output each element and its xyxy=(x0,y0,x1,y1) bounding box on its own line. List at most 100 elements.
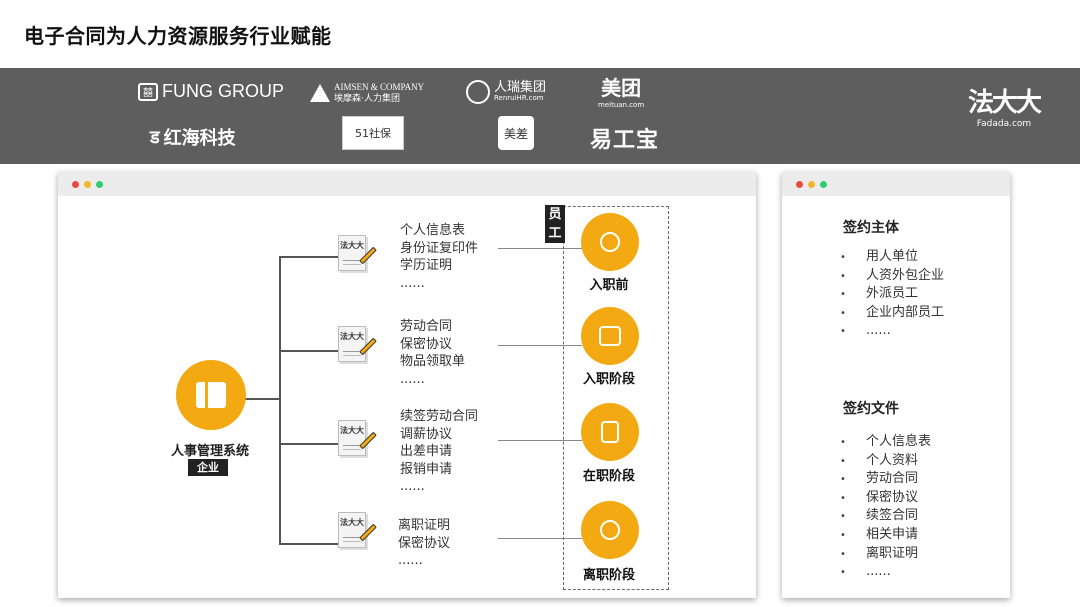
sign-document-icon: 法大大 xyxy=(338,235,377,275)
doc-logo-text: 法大大 xyxy=(338,235,366,271)
document-list-resignation: 离职证明 保密协议 ...... xyxy=(398,517,450,570)
doc-logo-text: 法大大 xyxy=(338,512,366,548)
close-dot-icon xyxy=(796,180,803,188)
maximize-dot-icon xyxy=(820,180,827,188)
renrui-sub-text: RenruiHR.com xyxy=(494,94,544,103)
page-title: 电子合同为人力资源服务行业赋能 xyxy=(24,24,332,48)
list-item: ...... xyxy=(840,563,931,582)
maximize-dot-icon xyxy=(96,180,103,188)
list-item: 保密协议 xyxy=(400,336,453,352)
list-item: 个人信息表 xyxy=(840,433,931,452)
id-card-icon xyxy=(599,326,621,346)
list-item: ...... xyxy=(400,275,425,291)
hongha-text: 红海科技 xyxy=(163,128,236,149)
stage-employed-node xyxy=(581,403,639,461)
aimsen-cn-text: 埃摩森·人力集团 xyxy=(334,92,400,103)
signing-files-heading: 签约文件 xyxy=(843,401,899,417)
signing-files-list: 个人信息表 个人资料 劳动合同 保密协议 续签合同 相关申请 离职证明 ....… xyxy=(840,433,931,582)
connector-line xyxy=(244,398,280,400)
yigongbao-text: 易工宝 xyxy=(590,128,660,153)
list-item: ...... xyxy=(840,322,944,341)
stage-resignation-node xyxy=(581,501,639,559)
meituan-text: 美团 xyxy=(601,76,642,100)
list-item: 调薪协议 xyxy=(400,426,453,442)
connector-line xyxy=(279,443,339,445)
connector-trunk xyxy=(279,256,281,543)
list-item: 保密协议 xyxy=(398,535,451,551)
fadada-text: 法大大 xyxy=(968,88,1042,118)
document-list-employed: 续签劳动合同 调薪协议 出差申请 报销申请 ...... xyxy=(400,408,478,496)
list-item: ...... xyxy=(400,479,425,494)
document-list-pre-entry: 个人信息表 身份证复印件 学历证明 ...... xyxy=(400,222,478,292)
aimsen-logo: AIMSEN & COMPANY 埃摩森·人力集团 xyxy=(310,82,424,104)
list-item: 学历证明 xyxy=(400,258,453,273)
partner-logo-banner: 囍 FUNG GROUP AIMSEN & COMPANY 埃摩森·人力集团 人… xyxy=(0,68,1080,164)
stage-label: 离职阶段 xyxy=(582,568,635,583)
51shebao-text: 51社保 xyxy=(355,127,391,140)
fadada-sub-text: Fadada.com xyxy=(976,119,1032,129)
list-item: 个人信息表 xyxy=(400,223,466,238)
list-item: 企业内部员工 xyxy=(840,304,944,323)
fung-logo-text: FUNG GROUP xyxy=(162,81,285,101)
fung-mark-icon: 囍 xyxy=(138,82,158,101)
fadada-logo: 法大大 Fadada.com xyxy=(968,88,1042,129)
connector-line xyxy=(279,543,339,545)
signing-subject-list: 用人单位 人资外包企业 外派员工 企业内部员工 ...... xyxy=(840,248,944,341)
list-item: ...... xyxy=(398,553,423,568)
list-item: 外派员工 xyxy=(840,285,944,304)
hr-system-node xyxy=(176,360,246,430)
meituan-logo: 美团 meituan.com xyxy=(598,78,644,109)
stage-label: 入职前 xyxy=(589,278,629,293)
yigongbao-logo: 易工宝 xyxy=(590,122,659,154)
employee-tag: 员工 xyxy=(545,205,565,243)
user-add-icon xyxy=(600,232,620,252)
minimize-dot-icon xyxy=(84,180,91,188)
list-item: 相关申请 xyxy=(840,526,931,545)
list-item: 物品领取单 xyxy=(400,354,466,369)
fung-group-logo: 囍 FUNG GROUP xyxy=(138,81,284,102)
hr-system-icon xyxy=(196,382,226,408)
list-item: 人资外包企业 xyxy=(840,267,944,286)
document-list-onboarding: 劳动合同 保密协议 物品领取单 ...... xyxy=(400,318,465,388)
doc-logo-text: 法大大 xyxy=(338,420,366,456)
connector-line xyxy=(279,350,339,352)
signing-subject-heading: 签约主体 xyxy=(843,220,899,236)
sign-document-icon: 法大大 xyxy=(338,512,377,552)
list-item: 离职证明 xyxy=(398,518,451,533)
renrui-mark-icon xyxy=(466,80,490,104)
list-item: 报销申请 xyxy=(400,461,453,477)
list-item: 出差申请 xyxy=(400,444,453,459)
list-item: ...... xyxy=(400,371,425,387)
sign-document-icon: 法大大 xyxy=(338,326,377,366)
minimize-dot-icon xyxy=(808,180,815,188)
stage-label: 入职阶段 xyxy=(582,372,635,387)
list-item: 劳动合同 xyxy=(400,319,453,334)
doc-logo-text: 法大大 xyxy=(338,326,366,362)
aimsen-mark-icon xyxy=(310,83,330,102)
document-icon xyxy=(601,421,619,443)
list-item: 身份证复印件 xyxy=(400,240,479,256)
list-item: 续签劳动合同 xyxy=(400,409,479,424)
meituan-sub-text: meituan.com xyxy=(598,101,645,109)
list-item: 个人资料 xyxy=(840,452,931,471)
list-item: 离职证明 xyxy=(840,545,931,564)
user-exit-icon xyxy=(600,520,620,540)
list-item: 劳动合同 xyxy=(840,470,931,489)
meichai-text: 美差 xyxy=(503,126,528,141)
hr-system-label: 人事管理系统 xyxy=(170,444,249,459)
employee-tag-text: 员工 xyxy=(548,207,562,241)
aimsen-en-text: AIMSEN & COMPANY xyxy=(334,82,425,92)
renrui-text: 人瑞集团 xyxy=(494,80,547,95)
list-item: 续签合同 xyxy=(840,507,931,526)
enterprise-tag: 企业 xyxy=(188,459,228,476)
window-bar xyxy=(782,172,1010,196)
close-dot-icon xyxy=(72,180,79,188)
list-item: 保密协议 xyxy=(840,489,931,508)
sign-document-icon: 法大大 xyxy=(338,420,377,460)
stage-onboarding-node xyxy=(581,307,639,365)
hongha-mark-icon: ड xyxy=(150,127,160,148)
hongha-logo: ड 红海科技 xyxy=(150,124,236,150)
renrui-logo: 人瑞集团 RenruiHR.com xyxy=(466,80,546,104)
stage-pre-entry-node xyxy=(581,213,639,271)
window-bar xyxy=(58,172,756,196)
